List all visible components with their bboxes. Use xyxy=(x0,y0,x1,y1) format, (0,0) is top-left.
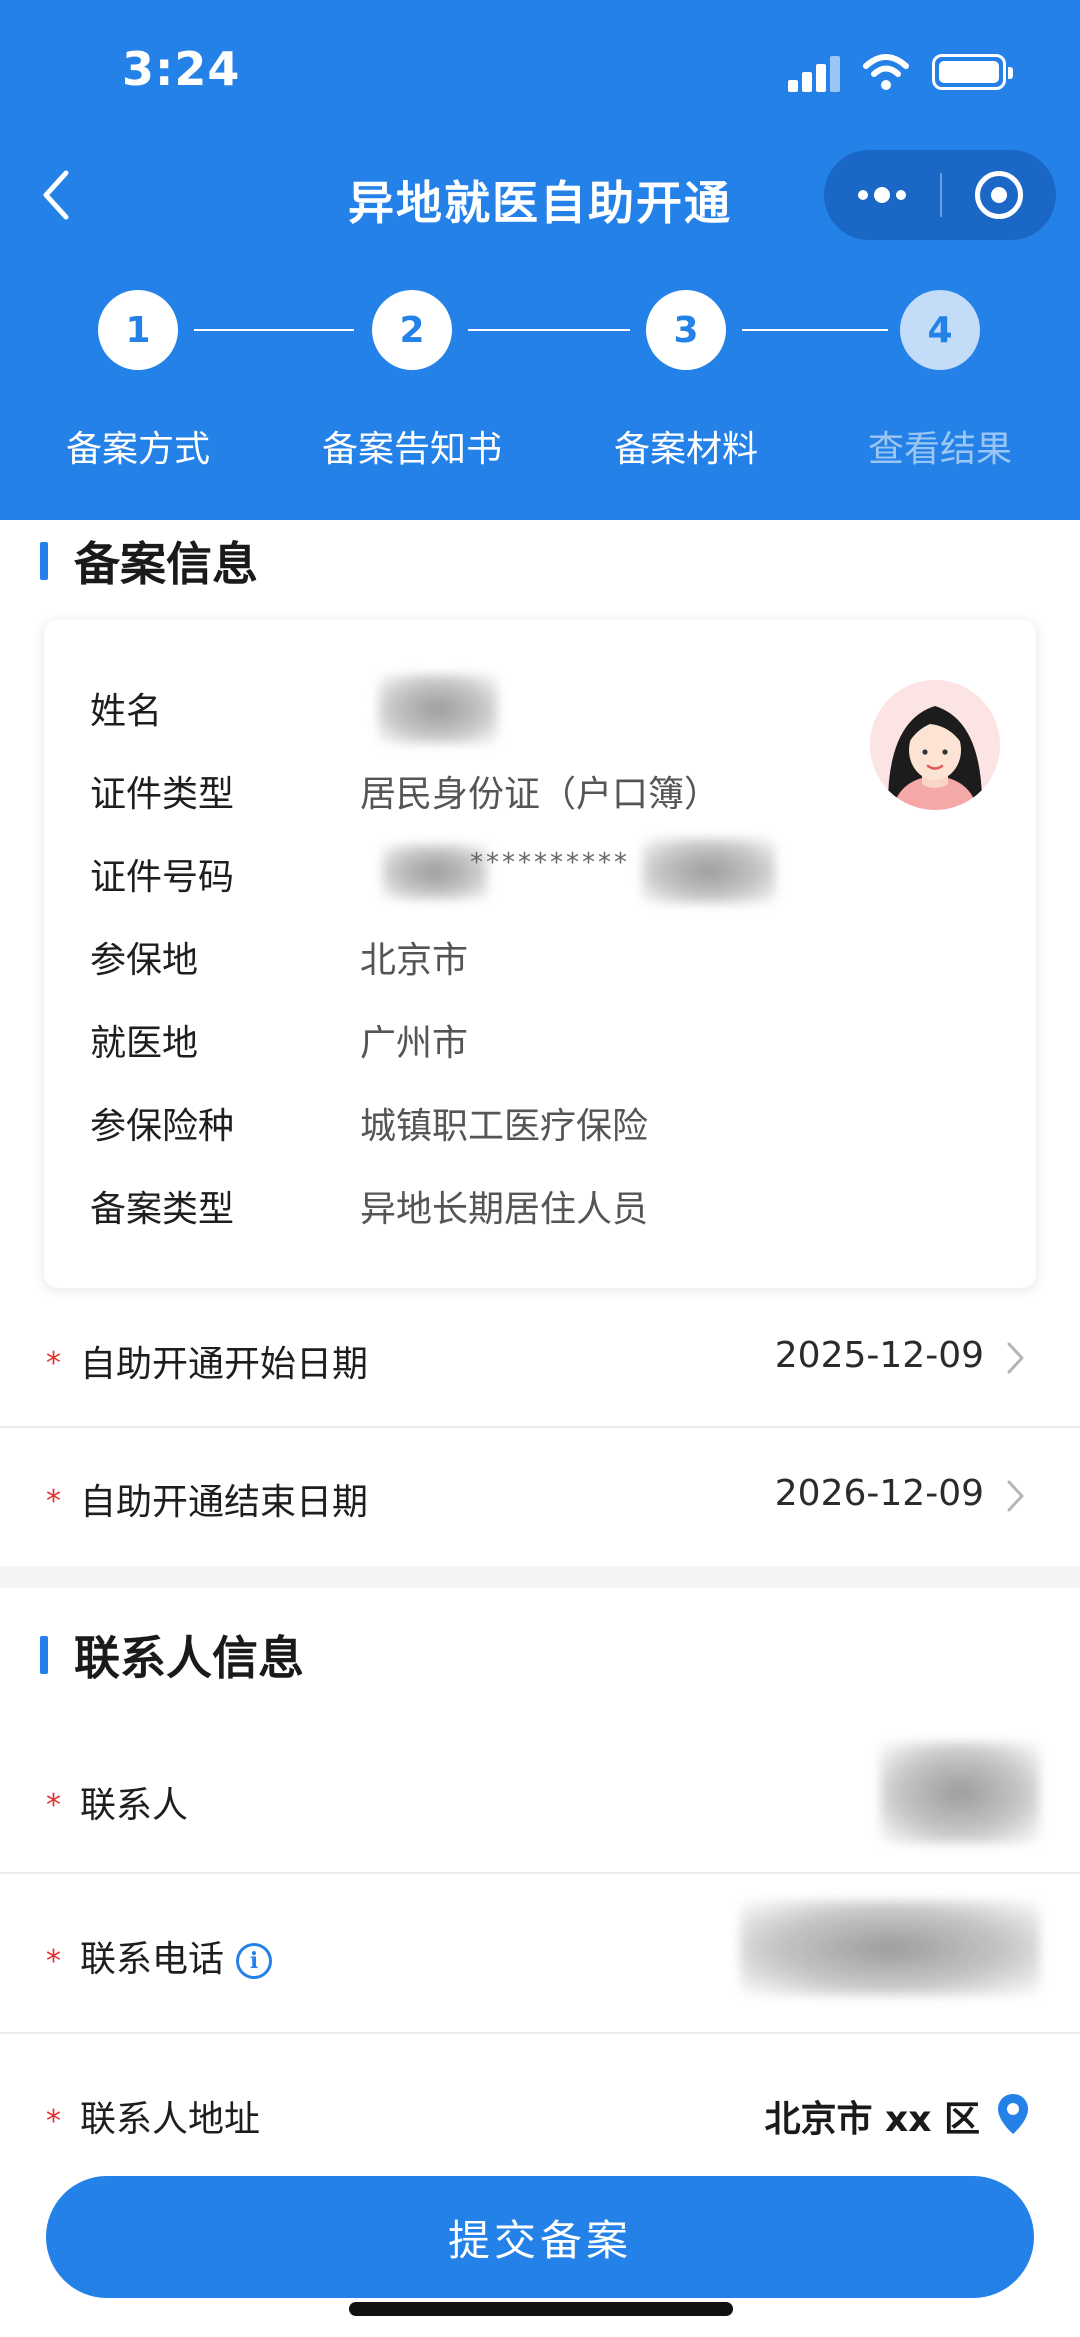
section-divider xyxy=(0,1566,1080,1588)
info-row-insured-place: 参保地 北京市 xyxy=(90,931,990,991)
progress-steps: 1 2 3 4 xyxy=(0,290,1080,370)
end-date-value: 2026-12-09 xyxy=(774,1473,984,1514)
info-label: 证件号码 xyxy=(90,857,235,898)
step-connector xyxy=(194,329,354,331)
contact-address-value: 北京市 xx 区 xyxy=(764,2099,980,2140)
required-mark: * xyxy=(46,1484,61,1519)
cellular-signal-icon xyxy=(788,56,842,92)
step-2-circle: 2 xyxy=(372,290,452,370)
info-label: 参保险种 xyxy=(90,1106,235,1147)
required-mark: * xyxy=(46,1346,61,1381)
end-date-label: 自助开通结束日期 xyxy=(80,1482,369,1523)
info-row-id-number: 证件号码 ********** xyxy=(90,838,990,908)
contact-phone-label: 联系电话 i xyxy=(80,1930,273,1982)
redacted-name xyxy=(378,674,498,744)
info-label: 参保地 xyxy=(90,940,199,981)
info-label: 姓名 xyxy=(90,691,163,732)
info-row-insurance-type: 参保险种 城镇职工医疗保险 xyxy=(90,1097,990,1157)
required-mark: * xyxy=(46,1944,61,1979)
contact-address-row[interactable]: * 联系人地址 北京市 xx 区 xyxy=(0,2034,1080,2174)
contact-info-title: 联系人信息 xyxy=(74,1631,304,1685)
section-accent-bar xyxy=(40,542,48,580)
info-value: 广州市 xyxy=(360,1023,469,1064)
more-options-button[interactable] xyxy=(824,150,940,240)
step-4-circle: 4 xyxy=(900,290,980,370)
battery-icon xyxy=(932,54,1013,90)
chevron-right-icon xyxy=(1007,1342,1024,1374)
info-label: 证件类型 xyxy=(90,774,235,815)
redacted-contact-phone xyxy=(740,1900,1040,1996)
start-date-row[interactable]: * 自助开通开始日期 2025-12-09 xyxy=(0,1290,1080,1428)
info-value: 居民身份证（户口簿） xyxy=(360,774,721,815)
step-1-circle: 1 xyxy=(98,290,178,370)
record-info-card: 姓名 证件类型 居民身份证（户口簿） 证件号码 ********** 参保地 北… xyxy=(44,620,1036,1288)
status-bar: 3:24 xyxy=(0,0,1080,140)
step-labels: 备案方式 备案告知书 备案材料 查看结果 xyxy=(0,420,1080,480)
contact-phone-label-text: 联系电话 xyxy=(80,1939,225,1980)
location-pin-icon[interactable] xyxy=(996,2092,1030,2136)
required-mark: * xyxy=(46,2104,61,2139)
record-info-heading: 备案信息 xyxy=(40,528,258,594)
contact-name-label: 联系人 xyxy=(80,1785,189,1826)
redacted-contact-name xyxy=(880,1742,1040,1844)
start-date-label: 自助开通开始日期 xyxy=(80,1344,369,1385)
step-2-label: 备案告知书 xyxy=(321,429,502,470)
step-connector xyxy=(468,329,630,331)
header: 3:24 异地就医自助开通 1 2 3 4 备案方式 备案告知书 备案材料 查看… xyxy=(0,0,1080,520)
close-mini-program-button[interactable] xyxy=(942,150,1056,240)
info-row-treatment-place: 就医地 广州市 xyxy=(90,1014,990,1074)
step-4-label: 查看结果 xyxy=(867,429,1012,470)
required-mark: * xyxy=(46,1788,61,1823)
wifi-icon xyxy=(863,54,909,90)
step-connector xyxy=(742,329,888,331)
info-row-record-type: 备案类型 异地长期居住人员 xyxy=(90,1180,990,1240)
info-value: 异地长期居住人员 xyxy=(360,1189,649,1230)
info-row-name: 姓名 xyxy=(90,674,990,744)
info-label: 就医地 xyxy=(90,1023,199,1064)
contact-phone-row[interactable]: * 联系电话 i xyxy=(0,1874,1080,2034)
step-1-label: 备案方式 xyxy=(65,429,210,470)
step-3-label: 备案材料 xyxy=(613,429,758,470)
info-label: 备案类型 xyxy=(90,1189,235,1230)
contact-name-row[interactable]: * 联系人 xyxy=(0,1726,1080,1874)
navigation-bar: 异地就医自助开通 xyxy=(0,145,1080,245)
info-value: 城镇职工医疗保险 xyxy=(360,1106,649,1147)
chevron-right-icon xyxy=(1007,1480,1024,1512)
home-indicator xyxy=(349,2302,733,2316)
contact-address-label: 联系人地址 xyxy=(80,2099,261,2140)
record-info-title: 备案信息 xyxy=(74,537,258,591)
target-icon xyxy=(975,171,1023,219)
section-accent-bar xyxy=(40,1636,48,1674)
end-date-row[interactable]: * 自助开通结束日期 2026-12-09 xyxy=(0,1428,1080,1566)
info-icon[interactable]: i xyxy=(236,1943,273,1979)
contact-info-heading: 联系人信息 xyxy=(40,1622,304,1688)
info-value: 北京市 xyxy=(360,940,469,981)
redacted-id-suffix xyxy=(642,838,776,904)
mini-program-capsule xyxy=(824,150,1056,240)
submit-button[interactable]: 提交备案 xyxy=(46,2176,1034,2298)
start-date-value: 2025-12-09 xyxy=(774,1335,984,1376)
status-time: 3:24 xyxy=(122,42,241,96)
info-row-id-type: 证件类型 居民身份证（户口簿） xyxy=(90,765,990,825)
step-3-circle: 3 xyxy=(646,290,726,370)
info-value: ********** xyxy=(470,848,630,878)
